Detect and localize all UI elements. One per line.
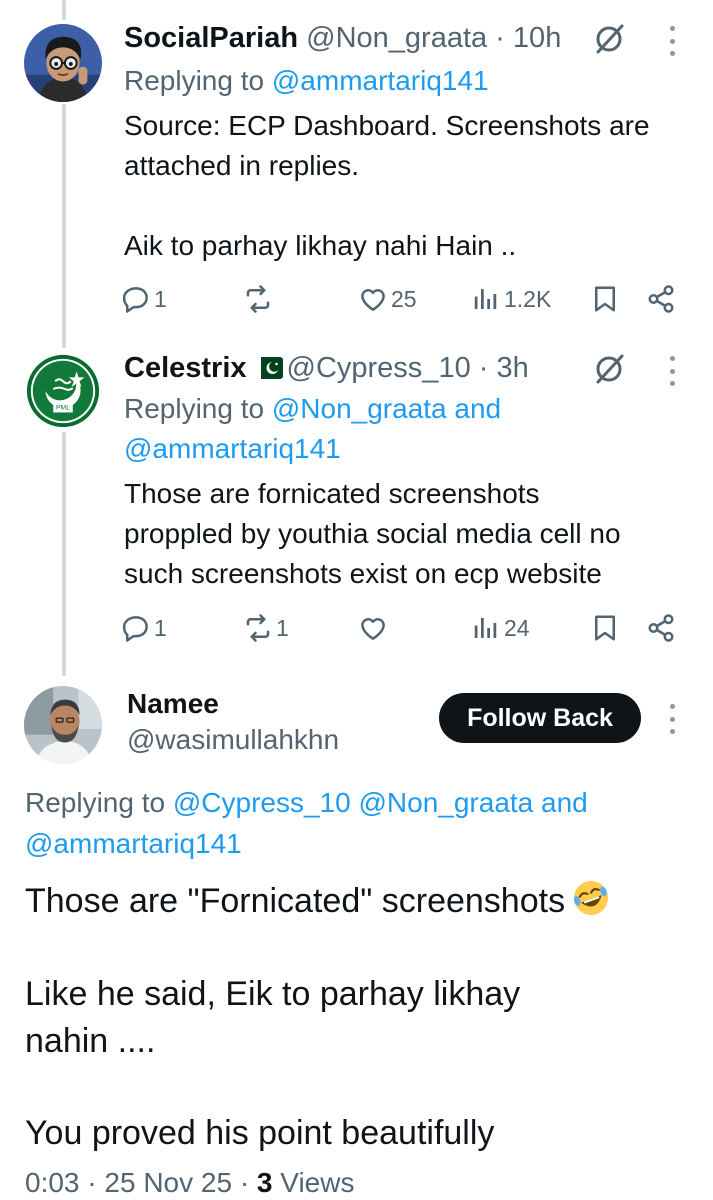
tweet-date[interactable]: 25 Nov 25 — [104, 1167, 232, 1198]
views-count: 24 — [504, 614, 530, 641]
like-icon — [361, 289, 385, 311]
separator: · — [87, 1167, 97, 1198]
svg-text:PML: PML — [56, 405, 70, 412]
bookmark-button[interactable] — [590, 611, 620, 645]
bookmark-icon — [595, 615, 615, 641]
laughing-emoji — [571, 878, 611, 918]
bookmark-icon — [595, 286, 615, 312]
retweet-button[interactable] — [243, 282, 276, 316]
separator: · — [239, 1167, 250, 1198]
timestamp[interactable]: · 10h — [495, 22, 561, 54]
replying-to: Replying to @Non_graata and @ammartariq1… — [124, 389, 684, 469]
tweet-text: Those are fornicated screenshots propple… — [124, 478, 621, 589]
share-icon — [648, 285, 674, 313]
retweet-icon — [246, 614, 270, 642]
replying-to: Replying to @Cypress_10 @Non_graata and … — [25, 782, 685, 864]
reply-icon — [122, 287, 148, 313]
avatar[interactable]: PML — [24, 352, 102, 430]
display-name[interactable]: Namee — [127, 686, 219, 722]
views-button[interactable]: 1.2K — [471, 282, 551, 316]
tweet-text-segment: Those are "Fornicated" screenshots — [25, 882, 566, 920]
reply-count: 1 — [154, 614, 167, 641]
replying-prefix: Replying to — [25, 787, 166, 818]
views-count: 3 — [256, 1167, 273, 1198]
replying-prefix: Replying to — [124, 65, 265, 96]
more-icon[interactable] — [667, 704, 677, 734]
thread-line — [62, 104, 66, 348]
tweet-text-line: nahin .... — [25, 1022, 156, 1060]
share-button[interactable] — [646, 611, 676, 645]
user-handle[interactable]: @Non_graata — [306, 22, 487, 54]
share-button[interactable] — [646, 282, 676, 316]
reply-button[interactable]: 1 — [121, 611, 167, 645]
replying-prefix: Replying to — [124, 393, 265, 424]
views-icon — [474, 289, 497, 309]
views-label: Views — [280, 1167, 355, 1198]
mention-link[interactable]: @ammartariq141 — [25, 828, 242, 859]
retweet-count: 1 — [276, 614, 289, 641]
display-name[interactable]: SocialPariah — [124, 22, 298, 54]
replying-to: Replying to @ammartariq141 — [124, 61, 489, 101]
thread-line — [62, 0, 66, 20]
display-name[interactable]: Celestrix — [124, 352, 247, 384]
reply-button[interactable]: 1 — [121, 282, 167, 316]
like-button[interactable]: 25 — [358, 282, 417, 316]
avatar[interactable] — [24, 24, 102, 102]
mention-link[interactable]: @Non_graata and — [272, 393, 501, 424]
mention-link[interactable]: @ammartariq141 — [272, 65, 489, 96]
retweet-button[interactable]: 1 — [243, 611, 289, 645]
like-count: 25 — [391, 285, 417, 312]
views-icon — [474, 618, 497, 638]
grok-icon[interactable] — [592, 22, 626, 56]
bookmark-button[interactable] — [590, 282, 620, 316]
more-icon[interactable] — [667, 26, 677, 56]
more-icon[interactable] — [667, 356, 677, 386]
tweet-meta: 0:03 · 25 Nov 25 · 3 Views — [25, 1166, 354, 1200]
like-button[interactable] — [358, 611, 391, 645]
views-count: 1.2K — [504, 285, 552, 312]
timestamp[interactable]: · 3h — [479, 352, 529, 384]
avatar[interactable] — [24, 686, 102, 764]
like-icon — [361, 618, 385, 640]
user-handle[interactable]: @wasimullahkhn — [127, 722, 339, 758]
retweet-icon — [246, 285, 270, 313]
mention-link[interactable]: @ammartariq141 — [124, 433, 341, 464]
share-icon — [648, 614, 674, 642]
pakistan-flag — [252, 357, 283, 379]
tweet-header: SocialPariah @Non_graata · 10h — [124, 20, 561, 56]
thread-line — [62, 432, 66, 676]
views-button[interactable]: 24 — [471, 611, 530, 645]
tweet-text-line: Like he said, Eik to parhay likhay — [25, 975, 521, 1013]
tweet-text-line: Those are "Fornicated" screenshots — [25, 877, 611, 925]
user-handle[interactable]: @Cypress_10 — [287, 352, 471, 384]
reply-count: 1 — [154, 285, 167, 312]
mention-link[interactable]: @Cypress_10 @Non_graata and — [173, 787, 588, 818]
reply-icon — [122, 616, 148, 642]
follow-back-button[interactable]: Follow Back — [439, 693, 641, 743]
tweet-text: Source: ECP Dashboard. Screenshots are a… — [124, 110, 650, 261]
tweet-time[interactable]: 0:03 — [25, 1167, 80, 1198]
tweet-header: Celestrix @Cypress_10 · 3h — [124, 350, 529, 386]
tweet-text-line: You proved his point beautifully — [25, 1114, 495, 1152]
grok-icon[interactable] — [592, 352, 626, 386]
